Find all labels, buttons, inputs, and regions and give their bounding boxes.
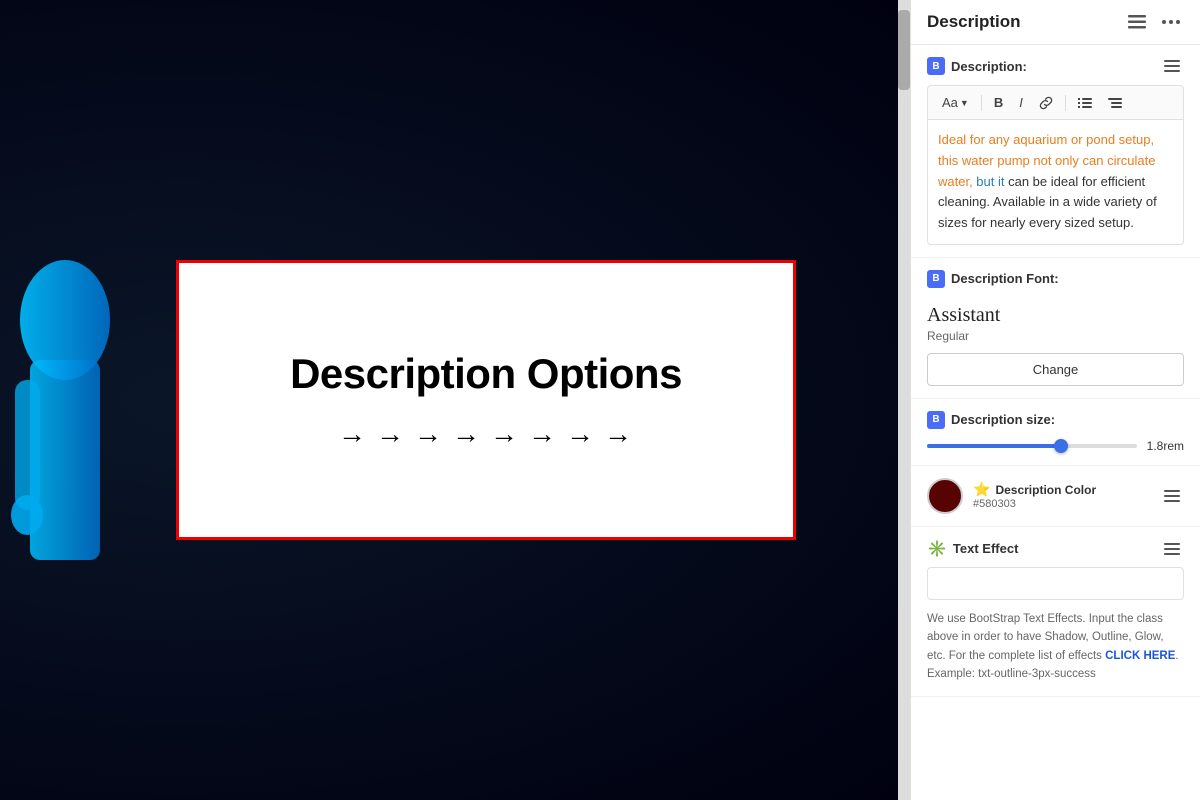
list-icon	[1078, 97, 1092, 109]
color-swatch[interactable]	[927, 478, 963, 514]
description-label: B Description:	[927, 57, 1027, 75]
blue-figure	[10, 240, 120, 590]
size-slider[interactable]	[927, 444, 1137, 448]
color-stack-btn[interactable]	[1160, 488, 1184, 504]
italic-btn[interactable]: I	[1013, 92, 1029, 113]
scrollbar-thumb[interactable]	[898, 10, 910, 90]
color-stack-icon	[1164, 490, 1180, 502]
font-select-btn[interactable]: Aa ▼	[936, 92, 975, 113]
dots-icon	[1162, 20, 1180, 24]
link-icon	[1039, 96, 1053, 110]
panel-header-icons	[1124, 13, 1184, 31]
more-options-btn[interactable]	[1158, 18, 1184, 26]
text-effect-section: ✳️ Text Effect We use BootStrap Text Eff…	[911, 527, 1200, 697]
text-effect-input[interactable]	[927, 567, 1184, 600]
font-name-display: Assistant	[927, 298, 1184, 329]
size-section: B Description size: 1.8rem	[911, 399, 1200, 466]
indent-icon	[1108, 97, 1122, 109]
list-btn[interactable]	[1072, 94, 1098, 112]
size-icon: B	[927, 411, 945, 429]
size-label: B Description size:	[927, 411, 1055, 429]
color-row: ⭐ Description Color #580303	[927, 478, 1184, 514]
color-label: Description Color	[995, 483, 1096, 497]
toolbar-divider-1	[981, 95, 982, 111]
font-label: B Description Font:	[927, 270, 1059, 288]
description-icon: B	[927, 57, 945, 75]
panel-header: Description	[911, 0, 1200, 45]
font-style-display: Regular	[927, 329, 1184, 343]
indent-btn[interactable]	[1102, 94, 1128, 112]
change-font-btn[interactable]: Change	[927, 353, 1184, 386]
size-value: 1.8rem	[1147, 439, 1184, 453]
text-effect-label: ✳️ Text Effect	[927, 539, 1018, 559]
link-btn[interactable]	[1033, 93, 1059, 113]
description-stack-icon	[1164, 60, 1180, 72]
stack-icon	[1128, 15, 1146, 29]
text-effect-header: ✳️ Text Effect	[927, 539, 1184, 559]
rich-text-toolbar: Aa ▼ B I	[927, 85, 1184, 120]
text-effect-emoji: ✳️	[927, 539, 947, 559]
panel-title: Description	[927, 12, 1021, 32]
description-text-area[interactable]: Ideal for any aquarium or pond setup, th…	[927, 120, 1184, 245]
color-info: ⭐ Description Color #580303	[973, 481, 1096, 510]
toolbar-divider-2	[1065, 95, 1066, 111]
font-icon: B	[927, 270, 945, 288]
right-panel: Description B Descript	[910, 0, 1200, 800]
canvas-scrollbar[interactable]	[898, 0, 910, 800]
description-section-header: B Description:	[927, 57, 1184, 75]
stack-icon-btn[interactable]	[1124, 13, 1150, 31]
content-box: Description Options → → → → → → → →	[176, 260, 796, 540]
text-effect-help: We use BootStrap Text Effects. Input the…	[927, 610, 1184, 684]
canvas-title: Description Options	[290, 350, 682, 398]
color-emoji: ⭐	[973, 481, 990, 498]
bold-btn[interactable]: B	[988, 92, 1009, 113]
canvas-arrows: → → → → → → → →	[338, 418, 634, 450]
description-stack-btn[interactable]	[1160, 58, 1184, 74]
canvas-area: Description Options → → → → → → → →	[0, 0, 910, 800]
color-section: ⭐ Description Color #580303	[911, 466, 1200, 527]
color-hex: #580303	[973, 498, 1096, 510]
text-effect-stack-btn[interactable]	[1160, 541, 1184, 557]
description-section: B Description: Aa ▼ B I	[911, 45, 1200, 258]
size-section-header: B Description size:	[927, 411, 1184, 429]
text-effect-stack-icon	[1164, 543, 1180, 555]
font-section: B Description Font: Assistant Regular Ch…	[911, 258, 1200, 399]
size-row: 1.8rem	[927, 439, 1184, 453]
font-section-header: B Description Font:	[927, 270, 1184, 288]
desc-text-highlight2: but it	[976, 174, 1004, 189]
click-here-link[interactable]: CLICK HERE	[1105, 650, 1175, 662]
